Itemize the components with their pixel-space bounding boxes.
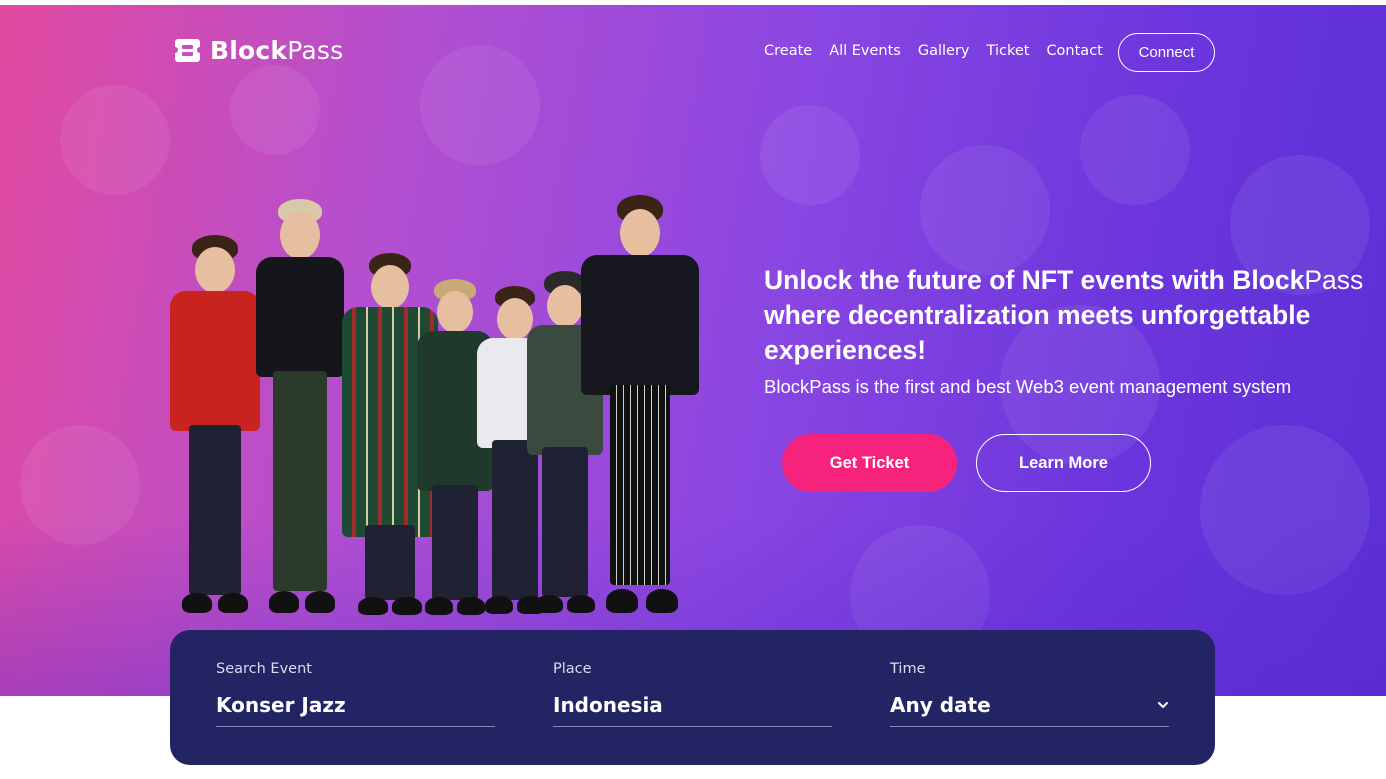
hero-section: BlockPass Create All Events Gallery Tick… [0, 5, 1386, 696]
hero-group-photo [160, 175, 730, 615]
person-figure [255, 195, 345, 615]
search-event-field[interactable]: Search Event Konser Jazz [216, 661, 495, 727]
ticket-icon [175, 39, 200, 62]
brand-name: BlockPass [210, 36, 344, 65]
search-event-label: Search Event [216, 661, 312, 677]
time-select[interactable]: Any date [890, 691, 1169, 719]
field-underline [890, 726, 1169, 727]
chevron-down-icon[interactable] [1157, 699, 1169, 711]
field-underline [216, 726, 495, 727]
event-search-panel: Search Event Konser Jazz Place Indonesia… [170, 630, 1215, 765]
time-field[interactable]: Time Any date [890, 661, 1169, 727]
landing-page: BlockPass Create All Events Gallery Tick… [0, 0, 1386, 779]
nav-ticket[interactable]: Ticket [987, 43, 1030, 59]
nav-contact[interactable]: Contact [1046, 43, 1102, 59]
hero-headline: Unlock the future of NFT events with Blo… [764, 265, 1364, 365]
place-label: Place [553, 661, 592, 677]
nav-create[interactable]: Create [764, 43, 812, 59]
main-nav: Create All Events Gallery Ticket Contact [764, 43, 1103, 59]
search-event-value: Konser Jazz [216, 693, 346, 717]
search-event-input[interactable]: Konser Jazz [216, 691, 495, 719]
person-figure [580, 185, 700, 615]
hero-subline: BlockPass is the first and best Web3 eve… [764, 376, 1292, 397]
nav-all-events[interactable]: All Events [829, 43, 901, 59]
time-value: Any date [890, 693, 991, 717]
time-label: Time [890, 661, 926, 677]
person-figure [170, 215, 260, 615]
place-field[interactable]: Place Indonesia [553, 661, 832, 727]
learn-more-button[interactable]: Learn More [976, 434, 1151, 492]
connect-button[interactable]: Connect [1118, 33, 1215, 72]
place-value: Indonesia [553, 693, 663, 717]
nav-gallery[interactable]: Gallery [918, 43, 970, 59]
get-ticket-button[interactable]: Get Ticket [782, 434, 957, 492]
field-underline [553, 726, 832, 727]
place-input[interactable]: Indonesia [553, 691, 832, 719]
brand-logo[interactable]: BlockPass [173, 36, 343, 65]
